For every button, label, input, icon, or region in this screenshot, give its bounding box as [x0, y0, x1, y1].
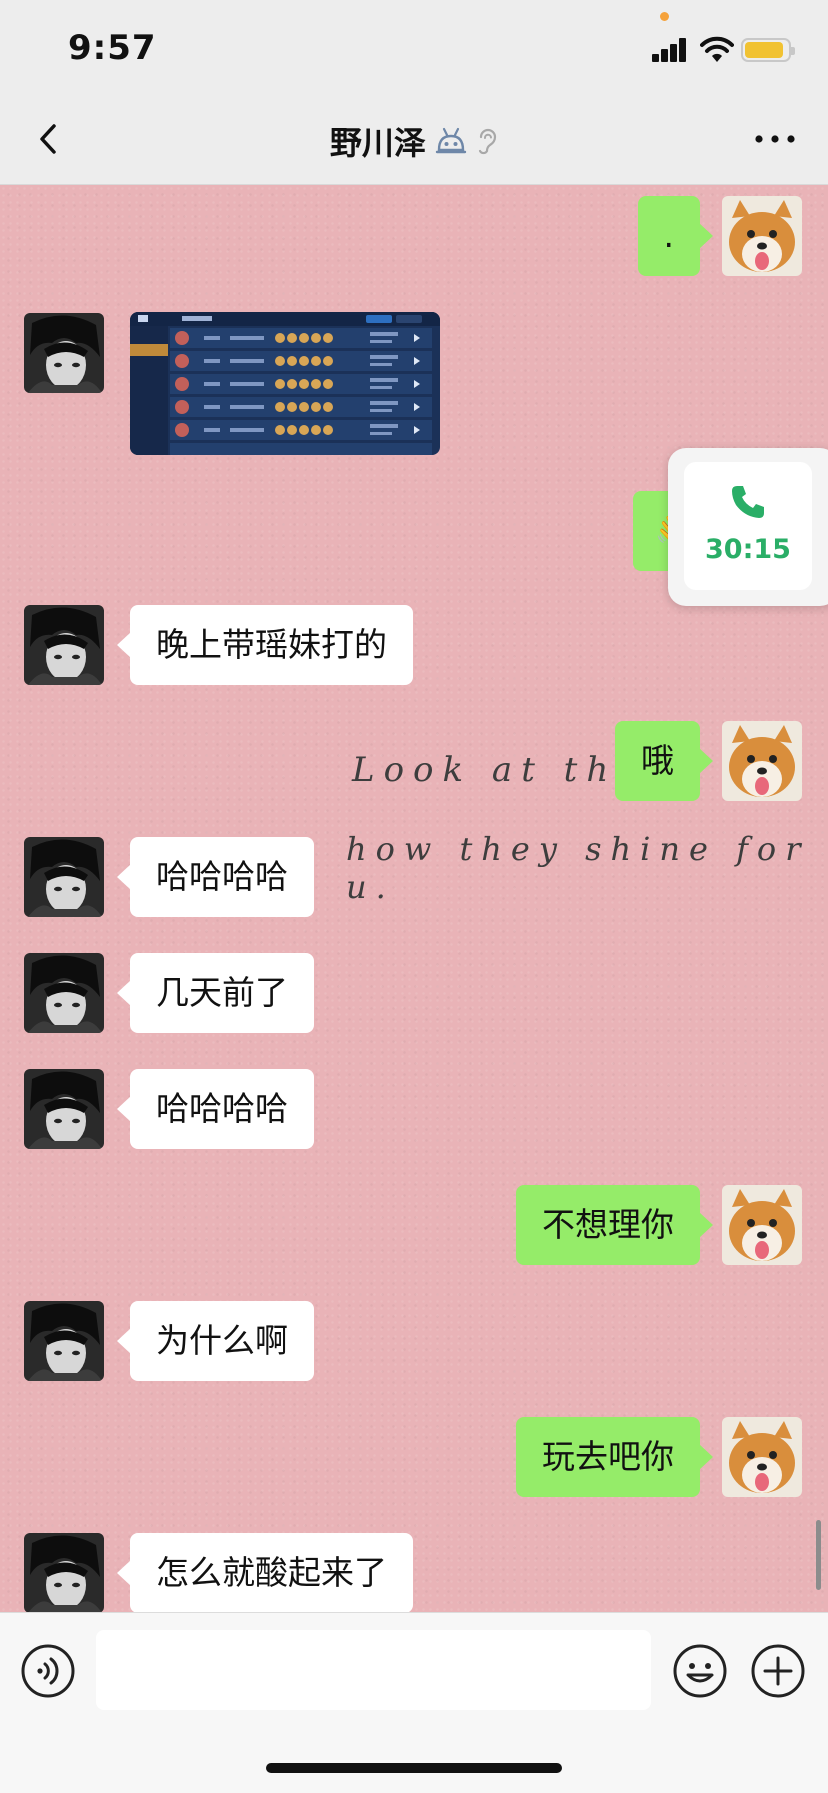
voice-icon[interactable] — [20, 1643, 76, 1699]
my-avatar-shiba[interactable] — [722, 721, 802, 801]
contact-avatar[interactable] — [24, 313, 104, 393]
status-time: 9:57 — [68, 28, 157, 68]
contact-avatar[interactable] — [24, 1533, 104, 1612]
privacy-indicator-dot — [660, 12, 669, 21]
contact-avatar[interactable] — [24, 1301, 104, 1381]
call-duration: 30:15 — [705, 534, 791, 565]
message-bubble-received[interactable]: 为什么啊 — [117, 1301, 314, 1381]
battery-icon — [741, 38, 795, 62]
wifi-icon — [700, 36, 734, 62]
phone-icon — [732, 486, 764, 518]
message-input[interactable] — [96, 1630, 651, 1710]
my-avatar-shiba[interactable] — [722, 1185, 802, 1265]
emoji-icon[interactable] — [672, 1643, 728, 1699]
wallpaper-text-line2: how they shine for u. — [346, 830, 810, 906]
message-bubble-sent[interactable]: 玩去吧你 — [516, 1417, 713, 1497]
image-message[interactable] — [130, 312, 440, 455]
my-avatar-shiba[interactable] — [722, 1417, 802, 1497]
robot-icon — [435, 127, 467, 154]
contact-avatar[interactable] — [24, 605, 104, 685]
message-bubble-sent[interactable]: . — [637, 196, 713, 276]
message-bubble-sent[interactable]: 不想理你 — [516, 1185, 713, 1265]
floating-call-window[interactable]: 30:15 — [668, 448, 828, 606]
message-bubble-received[interactable]: 晚上带瑶妹打的 — [117, 605, 413, 685]
contact-avatar[interactable] — [24, 837, 104, 917]
status-bar: 9:57 — [0, 0, 828, 96]
contact-avatar[interactable] — [24, 1069, 104, 1149]
title-group: 野川泽 — [0, 118, 828, 164]
call-widget-card[interactable]: 30:15 — [684, 462, 812, 590]
scrollbar[interactable] — [816, 1520, 821, 1590]
message-bubble-received[interactable]: 怎么就酸起来了 — [117, 1533, 413, 1612]
home-indicator[interactable] — [266, 1763, 562, 1773]
message-bubble-received[interactable]: 哈哈哈哈 — [117, 837, 314, 917]
signal-icon — [652, 38, 688, 62]
message-bubble-received[interactable]: 几天前了 — [117, 953, 314, 1033]
chat-title: 野川泽 — [329, 124, 426, 162]
message-bubble-sent[interactable]: 哦 — [615, 721, 713, 801]
contact-avatar[interactable] — [24, 953, 104, 1033]
ear-icon — [478, 128, 497, 155]
chat-header: 野川泽 — [0, 96, 828, 185]
more-icon[interactable] — [750, 124, 800, 154]
chat-message-list[interactable]: Look at the s how they shine for u. . 晚上… — [0, 185, 828, 1612]
plus-icon[interactable] — [750, 1643, 806, 1699]
message-bubble-received[interactable]: 哈哈哈哈 — [117, 1069, 314, 1149]
my-avatar-shiba[interactable] — [722, 196, 802, 276]
